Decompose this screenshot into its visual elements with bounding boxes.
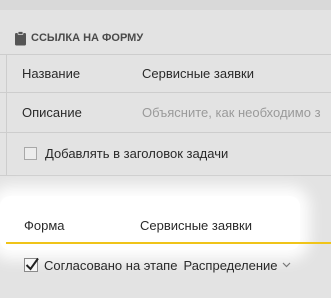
agreed-label: Согласовано на этапе [44, 257, 178, 273]
add-to-title-option[interactable]: Добавлять в заголовок задачи [24, 143, 228, 163]
description-label: Описание [22, 104, 82, 120]
form-link-panel: ССЫЛКА НА ФОРМУ Название Сервисные заявк… [0, 0, 331, 298]
stage-select-value: Распределение [183, 257, 278, 273]
stage-select[interactable]: Распределение [183, 258, 290, 273]
form-row: Форма Сервисные заявки [24, 214, 252, 236]
divider [0, 175, 331, 176]
form-value[interactable]: Сервисные заявки [140, 218, 252, 233]
agreed-option[interactable]: Согласовано на этапе Распределение [24, 255, 291, 275]
divider [0, 132, 331, 133]
name-value[interactable]: Сервисные заявки [142, 66, 254, 81]
form-label: Форма [24, 217, 65, 233]
section-header: ССЫЛКА НА ФОРМУ [14, 29, 143, 47]
checkmark-icon [25, 257, 39, 271]
section-title: ССЫЛКА НА ФОРМУ [31, 32, 144, 44]
description-input[interactable]: Объясните, как необходимо з [142, 105, 321, 120]
clipboard-icon [15, 30, 26, 45]
left-border [6, 54, 7, 176]
divider [0, 54, 331, 55]
add-to-title-label: Добавлять в заголовок задачи [45, 145, 229, 161]
chevron-down-icon [282, 262, 290, 268]
name-row: Название Сервисные заявки [22, 61, 331, 85]
agreed-checkbox[interactable] [24, 257, 39, 272]
divider [0, 92, 331, 93]
name-label: Название [22, 65, 81, 81]
add-to-title-checkbox[interactable] [24, 146, 37, 160]
description-row: Описание Объясните, как необходимо з [22, 100, 331, 124]
top-strip [0, 0, 331, 10]
form-underline [6, 242, 331, 244]
